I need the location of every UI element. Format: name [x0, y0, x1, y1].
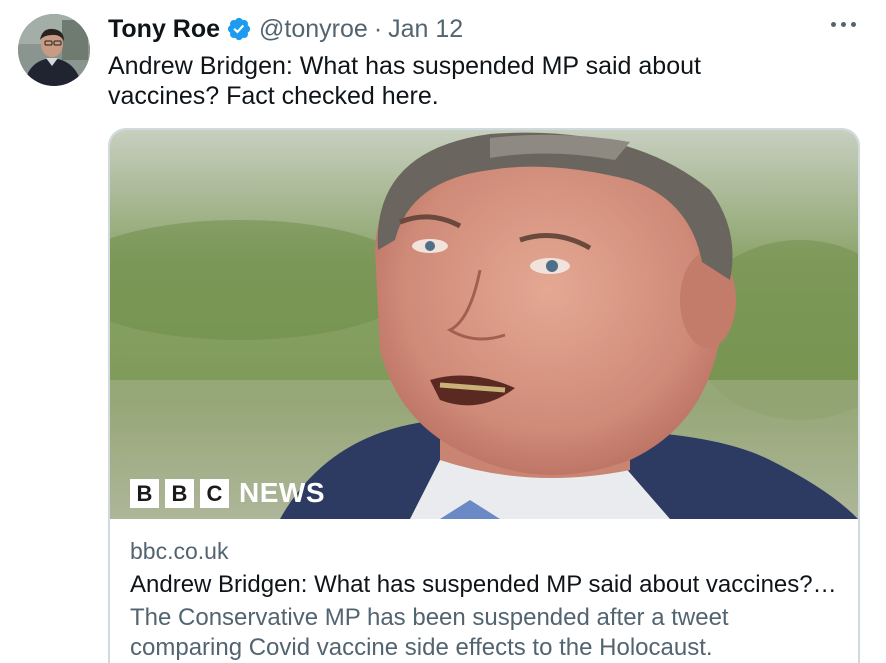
- card-body[interactable]: bbc.co.uk Andrew Bridgen: What has suspe…: [130, 536, 842, 663]
- link-preview-card[interactable]: B B C NEWS bbc.co.uk Andrew Bridgen: Wha…: [108, 128, 860, 663]
- author-name[interactable]: Tony Roe: [108, 15, 220, 44]
- avatar-photo: [18, 14, 90, 86]
- author-handle[interactable]: @tonyroe: [259, 15, 368, 44]
- card-photo: [110, 130, 858, 519]
- separator-dot: ·: [373, 14, 383, 43]
- tweet[interactable]: Tony Roe @tonyroe · Jan 12 Andrew Bridge…: [0, 0, 886, 663]
- card-domain: bbc.co.uk: [130, 538, 229, 564]
- bbc-logo-letter: C: [200, 478, 229, 508]
- verified-badge-icon: [226, 16, 252, 42]
- bbc-news-logo: B B C NEWS: [130, 477, 325, 509]
- avatar[interactable]: [18, 14, 90, 86]
- bbc-logo-word: NEWS: [239, 477, 325, 508]
- tweet-header: Tony Roe @tonyroe · Jan 12: [108, 12, 463, 46]
- bbc-logo-letter: B: [130, 478, 159, 508]
- card-description: The Conservative MP has been suspended a…: [130, 604, 729, 661]
- tweet-date[interactable]: Jan 12: [388, 15, 463, 44]
- card-image[interactable]: B B C NEWS: [110, 130, 858, 519]
- tweet-text: Andrew Bridgen: What has suspended MP sa…: [108, 52, 701, 110]
- card-title[interactable]: Andrew Bridgen: What has suspended MP sa…: [130, 569, 842, 601]
- bbc-logo-letter: B: [165, 478, 194, 508]
- more-options-icon[interactable]: [831, 22, 856, 27]
